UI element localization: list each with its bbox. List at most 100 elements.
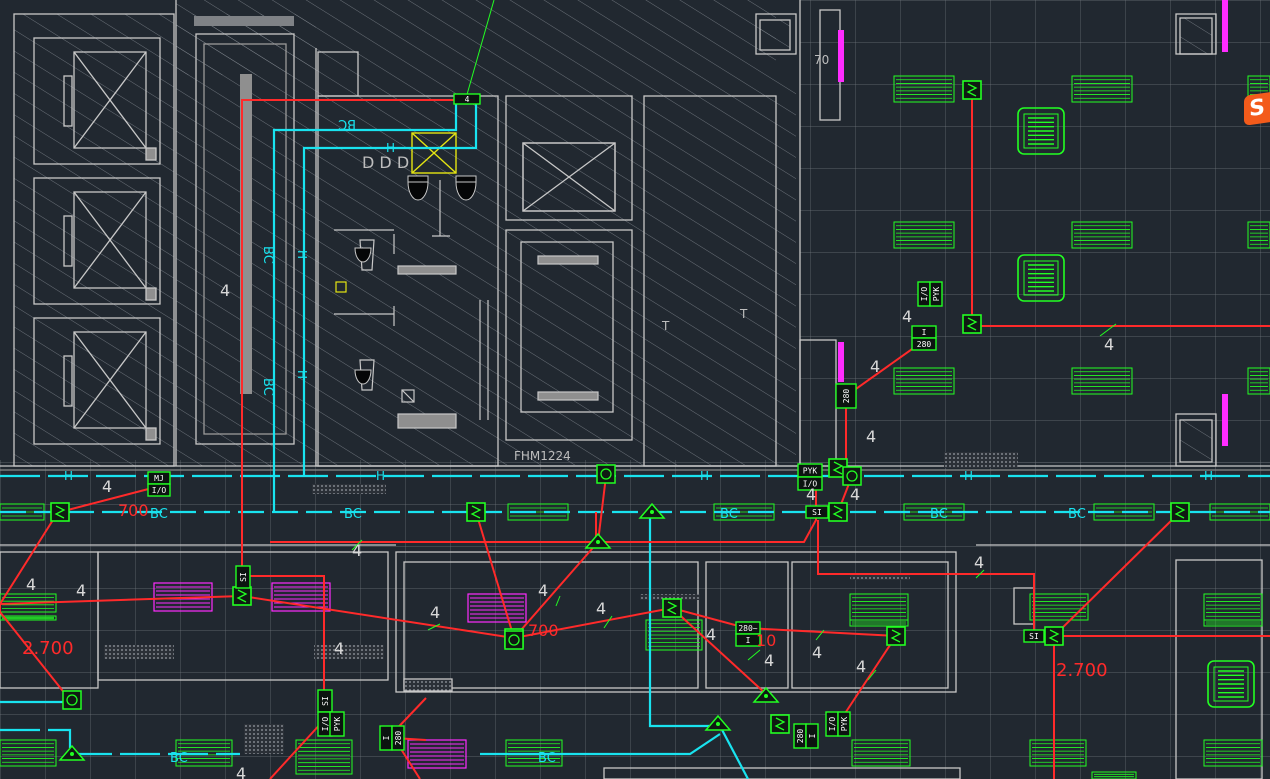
- sensor-icon[interactable]: [232, 586, 252, 606]
- conduit-label: H: [295, 250, 309, 259]
- conduit-label: BC: [1068, 507, 1086, 522]
- svg-text:I: I: [808, 733, 817, 738]
- svg-text:MJ: MJ: [154, 474, 164, 483]
- ime-badge-icon[interactable]: S: [1244, 92, 1270, 126]
- conduit-label: H: [376, 469, 385, 483]
- device-280[interactable]: 280: [793, 723, 807, 749]
- conduit-label: BC: [150, 507, 168, 522]
- sensor-icon[interactable]: [1170, 502, 1190, 522]
- device-i[interactable]: I: [805, 723, 819, 749]
- svg-text:280: 280: [917, 340, 932, 349]
- io-device[interactable]: I/O: [825, 711, 839, 737]
- sensor-icon[interactable]: [466, 502, 486, 522]
- pyk-device[interactable]: PYK: [797, 463, 823, 478]
- pyk-device[interactable]: PYK: [837, 711, 851, 737]
- elevation-mark: 10: [756, 631, 776, 650]
- svg-text:SI: SI: [812, 508, 822, 517]
- core-hatch: [14, 0, 796, 466]
- circuit-number: 4: [352, 541, 362, 560]
- sensor-icon[interactable]: [1044, 626, 1064, 646]
- conduit-label: BC: [720, 507, 738, 522]
- circuit-number: 4: [974, 553, 984, 572]
- elevation-mark: 2.700: [22, 638, 74, 659]
- io-device[interactable]: I/O: [147, 483, 171, 497]
- svg-text:280: 280: [796, 729, 805, 744]
- svg-text:SI: SI: [239, 572, 248, 582]
- circuit-number: 4: [26, 575, 36, 594]
- smoke-detector-icon[interactable]: [842, 466, 862, 486]
- device-i[interactable]: I: [379, 725, 393, 751]
- circuit-number: 4: [334, 639, 344, 658]
- circuit-number: 4: [902, 307, 912, 326]
- sensor-icon[interactable]: [828, 502, 848, 522]
- conduit-label: BC: [170, 751, 188, 766]
- sl-device[interactable]: SI: [317, 689, 333, 713]
- svg-text:PYK: PYK: [840, 717, 849, 732]
- cad-drawing-canvas[interactable]: MJ I/O PYK I/O SI SI SI I/O PYK I 280 280 280~ I SI I/O…: [0, 0, 1270, 779]
- conduit-label: H: [1204, 469, 1213, 483]
- conduit-label: BC: [260, 246, 275, 264]
- circuit-number: 4: [856, 657, 866, 676]
- svg-text:I/O: I/O: [152, 486, 167, 495]
- floor-plan-svg[interactable]: MJI/OPYKI/OSISISII/O PYKI280280280~ISII/O…: [0, 0, 1270, 779]
- svg-text:280: 280: [842, 389, 851, 404]
- circuit-number: 4: [850, 485, 860, 504]
- elevation-mark: 700: [118, 501, 149, 520]
- elevation-mark: 2.700: [1056, 660, 1108, 681]
- io-device[interactable]: I/O: [917, 281, 931, 307]
- smoke-detector-icon[interactable]: [504, 630, 524, 650]
- device-i[interactable]: I: [911, 325, 937, 339]
- circuit-number: 4: [220, 281, 230, 300]
- sensor-icon[interactable]: [50, 502, 70, 522]
- conduit-label: H: [700, 469, 709, 483]
- smoke-detector-icon[interactable]: [62, 690, 82, 710]
- device-280[interactable]: 280: [391, 725, 405, 751]
- panel-icon: [1222, 394, 1228, 446]
- circuit-number: 4: [430, 603, 440, 622]
- circuit-number: 4: [866, 427, 876, 446]
- svg-text:SI: SI: [1029, 632, 1039, 641]
- panel-icon: [838, 30, 844, 82]
- pyk-device[interactable]: PYK: [329, 711, 345, 737]
- door-tag: FHM1224: [514, 449, 571, 463]
- floor-tag: 70: [814, 53, 829, 67]
- conduit-label: BC: [344, 507, 362, 522]
- svg-text:4: 4: [465, 95, 470, 104]
- mj-device[interactable]: MJ: [147, 471, 171, 485]
- sensor-icon[interactable]: [662, 598, 682, 618]
- svg-text:I: I: [922, 328, 927, 337]
- junction-box[interactable]: 4: [453, 93, 481, 105]
- conduit-label: BC: [930, 507, 948, 522]
- sensor-icon[interactable]: [962, 314, 982, 334]
- circuit-number: 4: [76, 581, 86, 600]
- conduit-label: H: [295, 370, 309, 379]
- svg-text:PYK: PYK: [803, 467, 818, 476]
- circuit-number: 4: [812, 643, 822, 662]
- svg-text:PYK: PYK: [333, 717, 342, 732]
- sl-device[interactable]: SI: [235, 565, 251, 589]
- panel-icon: [1222, 0, 1228, 52]
- circuit-number: 4: [102, 477, 112, 496]
- fixture-row: D D D: [362, 153, 409, 172]
- conduit-label: BC: [538, 751, 556, 766]
- circuit-number: 4: [706, 625, 716, 644]
- conduit-label: H: [964, 469, 973, 483]
- circuit-number: 4: [806, 485, 816, 504]
- svg-text:I: I: [382, 735, 391, 740]
- sl-device[interactable]: SI: [1023, 629, 1045, 643]
- circuit-number: 4: [1104, 335, 1114, 354]
- elevation-mark: 700: [528, 621, 559, 640]
- conduit-label: BC: [260, 378, 275, 396]
- smoke-detector-icon[interactable]: [596, 464, 616, 484]
- sensor-icon[interactable]: [886, 626, 906, 646]
- svg-text:SI: SI: [321, 696, 330, 706]
- device-280[interactable]: 280: [835, 383, 857, 409]
- panel-icon: [838, 342, 844, 382]
- sensor-icon[interactable]: [962, 80, 982, 100]
- pyk-device[interactable]: PYK: [929, 281, 943, 307]
- sensor-icon[interactable]: [770, 714, 790, 734]
- sl-device[interactable]: SI: [805, 505, 829, 519]
- device-280[interactable]: 280: [911, 337, 937, 351]
- circuit-number: 4: [870, 357, 880, 376]
- svg-text:I/O: I/O: [321, 717, 330, 732]
